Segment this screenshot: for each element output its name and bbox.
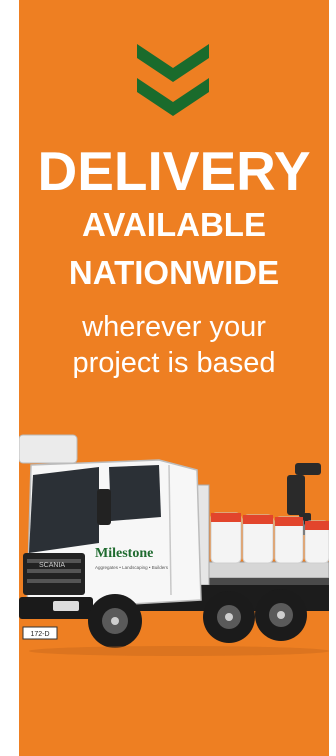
truck-brand-logo: Milestone	[95, 546, 153, 561]
bulk-bags	[210, 512, 329, 564]
delivery-banner[interactable]: DELIVERY AVAILABLE NATIONWIDE wherever y…	[19, 0, 329, 756]
double-chevron-down-icon	[137, 44, 209, 116]
flatbed	[204, 561, 329, 579]
svg-text:172-D: 172-D	[30, 631, 49, 638]
subheadline-available: AVAILABLE	[82, 206, 266, 243]
svg-text:Aggregates • Landscaping • Bui: Aggregates • Landscaping • Builders	[95, 565, 169, 570]
tagline-line-1: wherever your	[82, 311, 266, 343]
delivery-truck-image: 172-D SCANIA Milestone Aggregates • Land…	[19, 434, 329, 656]
subheadline-nationwide: NATIONWIDE	[68, 254, 280, 291]
tagline-line-2: project is based	[72, 347, 276, 379]
svg-text:SCANIA: SCANIA	[39, 562, 65, 569]
headline: DELIVERY	[37, 140, 311, 202]
